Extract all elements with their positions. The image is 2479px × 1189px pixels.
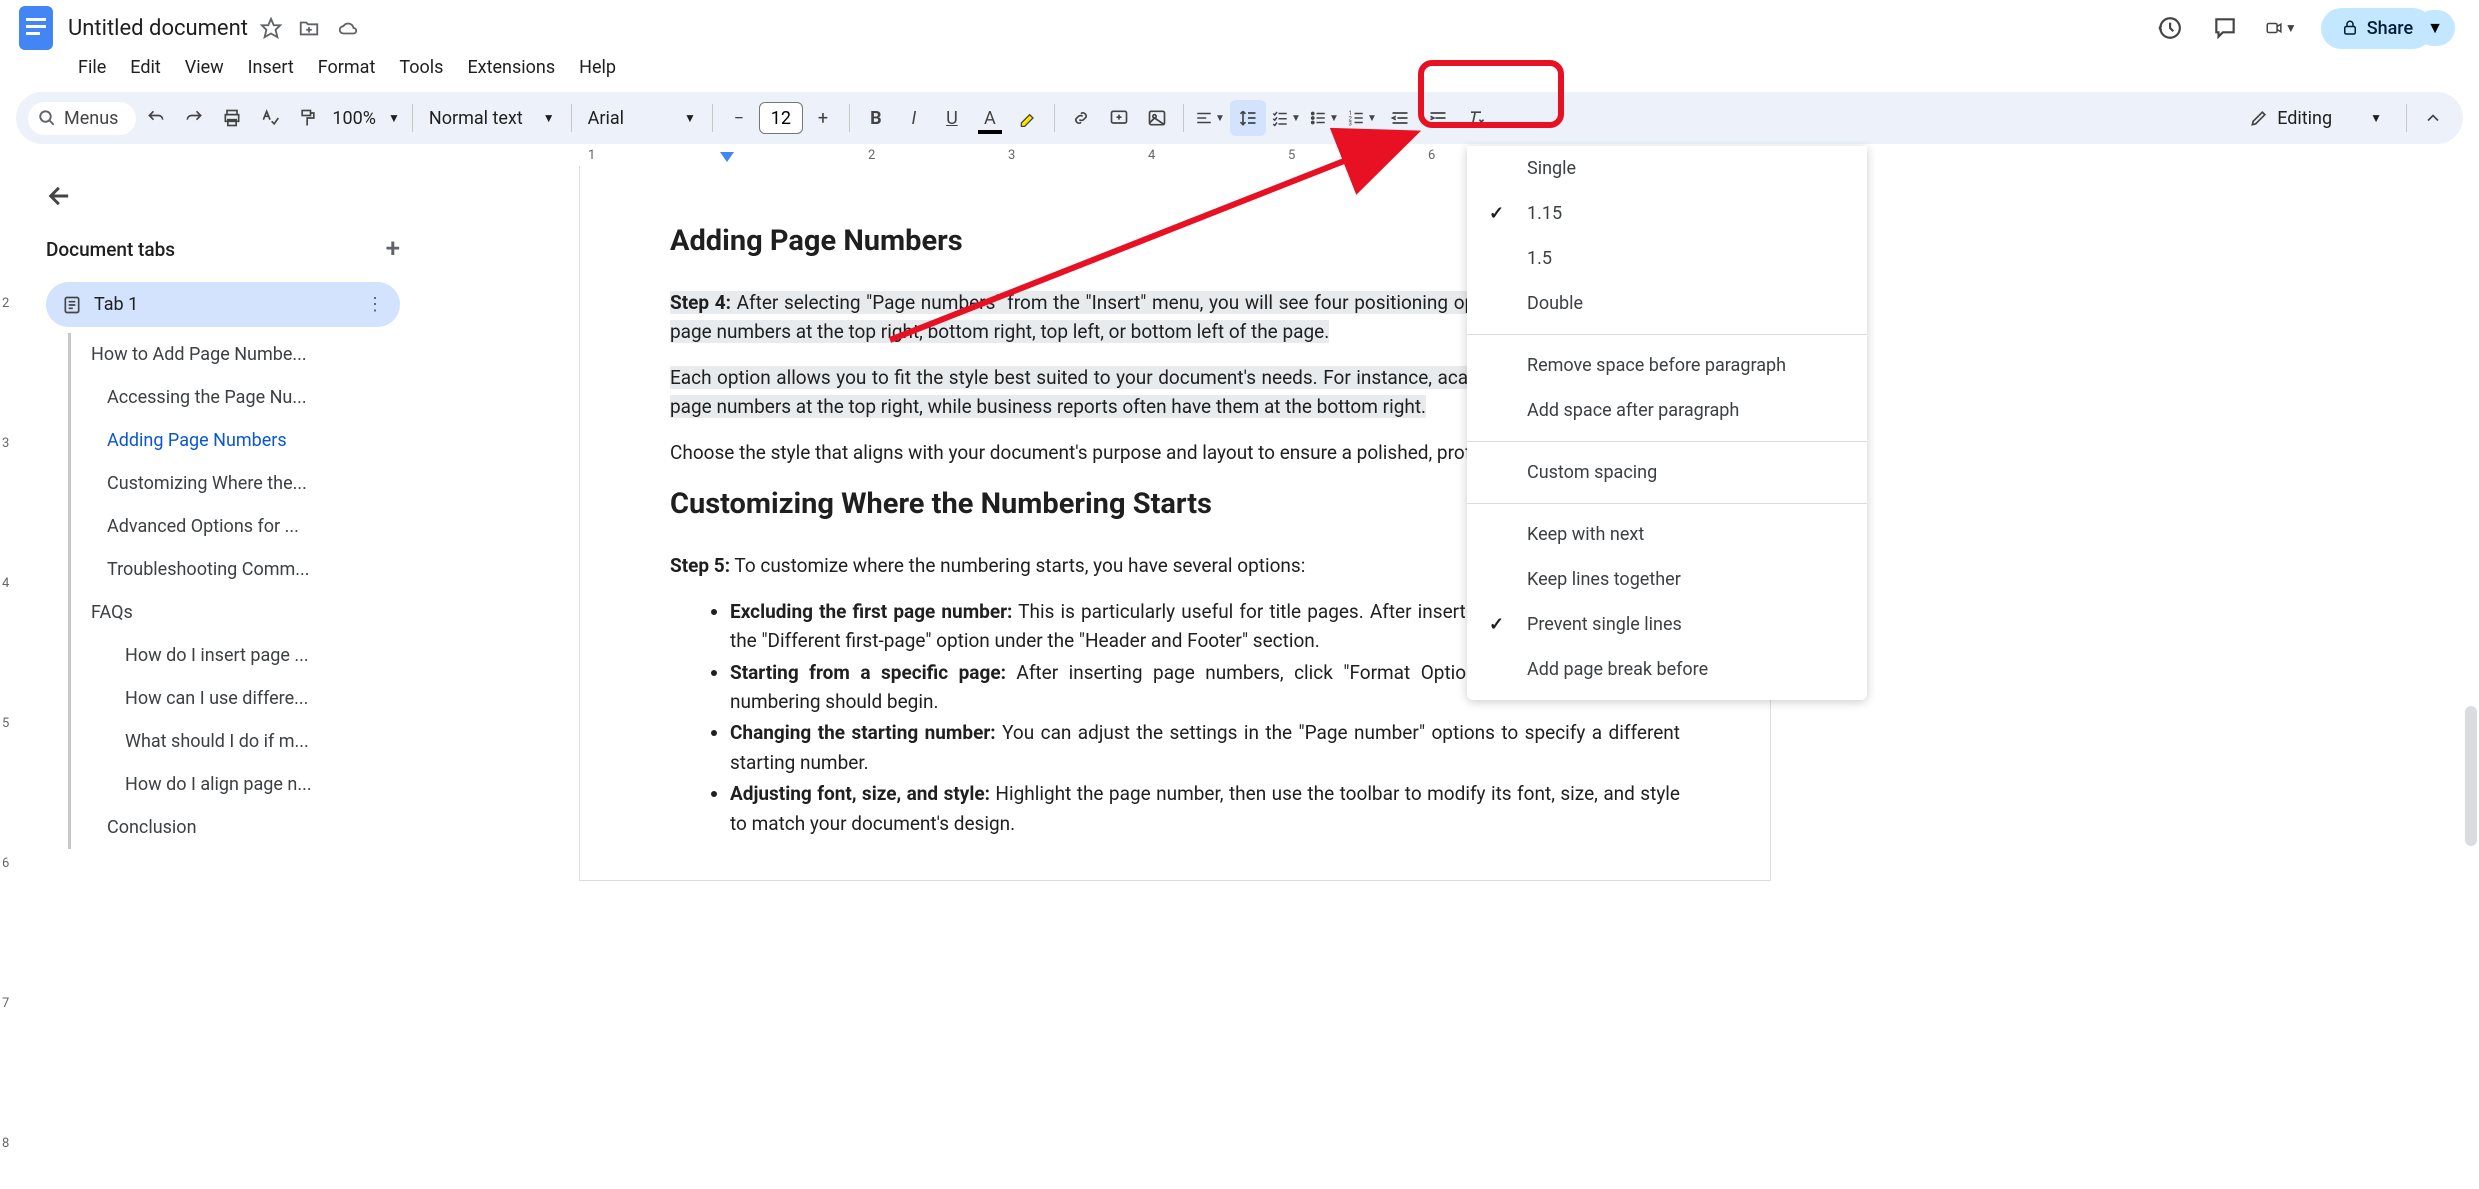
spacing-single[interactable]: Single	[1467, 146, 1867, 191]
highlight-color-button[interactable]	[1010, 100, 1046, 136]
line-spacing-dropdown: Single 1.15 1.5 Double Remove space befo…	[1467, 146, 1867, 700]
spacing-double[interactable]: Double	[1467, 281, 1867, 326]
insert-link-button[interactable]	[1063, 100, 1099, 136]
numbered-list-button[interactable]: 123▼	[1344, 100, 1380, 136]
decrease-indent-button[interactable]	[1382, 100, 1418, 136]
checklist-button[interactable]: ▼	[1268, 100, 1304, 136]
collapse-toolbar-button[interactable]	[2415, 100, 2451, 136]
outline-item[interactable]: Troubleshooting Comm...	[71, 548, 400, 591]
increase-indent-button[interactable]	[1420, 100, 1456, 136]
outline-item[interactable]: How can I use differe...	[71, 677, 400, 720]
add-comment-button[interactable]	[1101, 100, 1137, 136]
outline-item[interactable]: FAQs	[71, 591, 400, 634]
underline-button[interactable]: U	[934, 100, 970, 136]
document-area[interactable]: Adding Page Numbers Step 4: After select…	[420, 166, 2479, 1189]
zoom-select[interactable]: 100%▼	[328, 108, 403, 129]
outline-item-active[interactable]: Adding Page Numbers	[71, 419, 400, 462]
docs-logo[interactable]	[16, 8, 56, 48]
back-arrow-icon[interactable]	[46, 182, 74, 210]
menu-bar: File Edit View Insert Format Tools Exten…	[0, 48, 2479, 84]
add-page-break-before[interactable]: Add page break before	[1467, 647, 1867, 692]
outline-item[interactable]: Conclusion	[71, 806, 400, 849]
spacing-1-15[interactable]: 1.15	[1467, 191, 1867, 236]
menu-help[interactable]: Help	[569, 51, 626, 84]
cloud-status-icon[interactable]	[336, 17, 360, 39]
menu-edit[interactable]: Edit	[120, 51, 170, 84]
indent-marker[interactable]	[720, 152, 734, 162]
menu-extensions[interactable]: Extensions	[457, 51, 565, 84]
outline-item[interactable]: How do I align page n...	[71, 763, 400, 806]
keep-with-next[interactable]: Keep with next	[1467, 512, 1867, 557]
print-button[interactable]	[214, 100, 250, 136]
vertical-ruler[interactable]: 2 3 4 5 6 7 8	[0, 166, 18, 1189]
spellcheck-button[interactable]	[252, 100, 288, 136]
font-select[interactable]: Arial▼	[580, 108, 704, 129]
document-tabs-label: Document tabs	[46, 238, 175, 261]
vertical-scrollbar[interactable]	[2461, 166, 2479, 1189]
scrollbar-thumb[interactable]	[2465, 706, 2477, 846]
decrease-font-size-button[interactable]: −	[721, 100, 757, 136]
keep-lines-together[interactable]: Keep lines together	[1467, 557, 1867, 602]
font-size-input[interactable]: 12	[759, 102, 803, 134]
comments-icon[interactable]	[2209, 12, 2241, 44]
prevent-single-lines[interactable]: Prevent single lines	[1467, 602, 1867, 647]
outline-item[interactable]: Accessing the Page Nu...	[71, 376, 400, 419]
menu-format[interactable]: Format	[308, 51, 386, 84]
meet-icon[interactable]: ▼	[2265, 12, 2297, 44]
menu-tools[interactable]: Tools	[389, 51, 453, 84]
menus-search[interactable]: Menus	[28, 102, 136, 135]
spacing-1-5[interactable]: 1.5	[1467, 236, 1867, 281]
menu-insert[interactable]: Insert	[238, 51, 304, 84]
share-dropdown-caret[interactable]: ▼	[2415, 10, 2455, 46]
outline-item[interactable]: How to Add Page Numbe...	[71, 333, 400, 376]
clear-formatting-button[interactable]	[1458, 100, 1494, 136]
menu-file[interactable]: File	[68, 51, 116, 84]
svg-text:3: 3	[1348, 121, 1351, 128]
redo-button[interactable]	[176, 100, 212, 136]
text-color-button[interactable]: A	[972, 100, 1008, 136]
horizontal-ruler[interactable]: 1 2 3 4 5 6 7	[18, 148, 2479, 168]
paint-format-button[interactable]	[290, 100, 326, 136]
italic-button[interactable]: I	[896, 100, 932, 136]
paragraph-style-select[interactable]: Normal text▼	[421, 108, 563, 129]
editing-mode-select[interactable]: Editing ▼	[2233, 108, 2398, 129]
document-title[interactable]: Untitled document	[68, 16, 248, 41]
toolbar: Menus 100%▼ Normal text▼ Arial▼ − 12 + B…	[16, 92, 2463, 144]
outline-item[interactable]: Customizing Where the...	[71, 462, 400, 505]
history-icon[interactable]	[2153, 12, 2185, 44]
custom-spacing[interactable]: Custom spacing	[1467, 450, 1867, 495]
remove-space-before[interactable]: Remove space before paragraph	[1467, 343, 1867, 388]
outline-list: How to Add Page Numbe... Accessing the P…	[68, 333, 400, 849]
increase-font-size-button[interactable]: +	[805, 100, 841, 136]
bold-button[interactable]: B	[858, 100, 894, 136]
line-spacing-button[interactable]	[1230, 100, 1266, 136]
menu-view[interactable]: View	[175, 51, 234, 84]
outline-item[interactable]: Advanced Options for ...	[71, 505, 400, 548]
title-bar: Untitled document ▼ Share ▼	[0, 0, 2479, 48]
add-space-after[interactable]: Add space after paragraph	[1467, 388, 1867, 433]
bulleted-list-button[interactable]: ▼	[1306, 100, 1342, 136]
outline-panel: Document tabs + Tab 1 ⋮ How to Add Page …	[18, 166, 420, 1189]
undo-button[interactable]	[138, 100, 174, 136]
add-tab-button[interactable]: +	[386, 234, 400, 264]
tab-1[interactable]: Tab 1 ⋮	[46, 282, 400, 327]
move-icon[interactable]	[298, 17, 320, 39]
insert-image-button[interactable]	[1139, 100, 1175, 136]
tab-more-icon[interactable]: ⋮	[366, 294, 384, 315]
outline-item[interactable]: How do I insert page ...	[71, 634, 400, 677]
align-button[interactable]: ▼	[1192, 100, 1228, 136]
star-icon[interactable]	[260, 17, 282, 39]
outline-item[interactable]: What should I do if m...	[71, 720, 400, 763]
